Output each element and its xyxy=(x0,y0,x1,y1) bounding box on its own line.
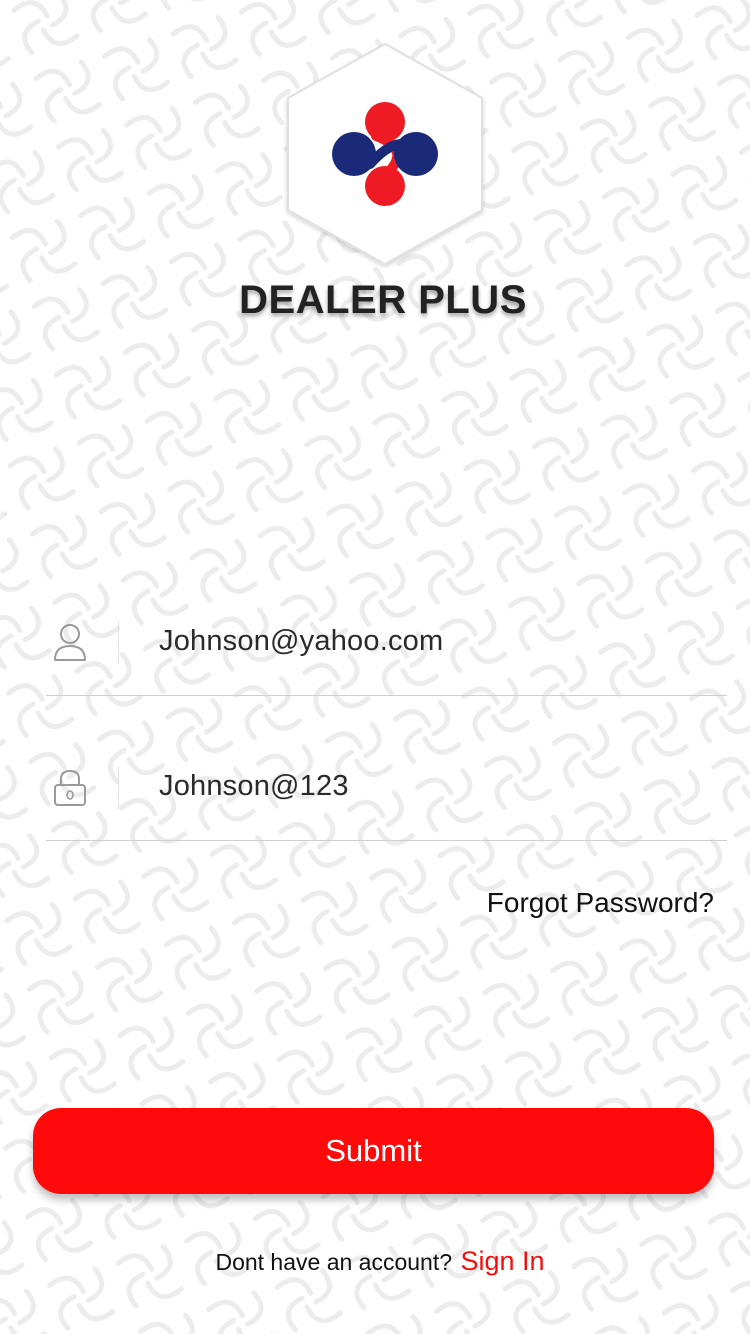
brand-name: DEALER PLUS xyxy=(239,278,527,322)
email-value[interactable]: Johnson@yahoo.com xyxy=(159,625,443,658)
password-value[interactable]: Johnson@123 xyxy=(159,770,349,803)
lock-icon xyxy=(54,769,86,806)
field-divider xyxy=(118,622,119,664)
password-field[interactable]: Johnson@123 xyxy=(46,752,727,841)
user-icon xyxy=(54,624,86,661)
sign-in-link[interactable]: Sign In xyxy=(460,1246,544,1276)
field-divider xyxy=(118,767,119,809)
signup-prompt-text: Dont have an account? xyxy=(215,1249,453,1275)
forgot-password-link[interactable]: Forgot Password? xyxy=(487,887,714,919)
submit-button[interactable]: Submit xyxy=(33,1108,714,1194)
dealer-plus-logo xyxy=(287,42,483,266)
signup-prompt: Dont have an account? Sign In xyxy=(0,1246,750,1277)
email-field[interactable]: Johnson@yahoo.com xyxy=(46,607,727,696)
login-screen: DEALER PLUS Johnson@yahoo.com Johnson@12… xyxy=(0,0,750,1334)
